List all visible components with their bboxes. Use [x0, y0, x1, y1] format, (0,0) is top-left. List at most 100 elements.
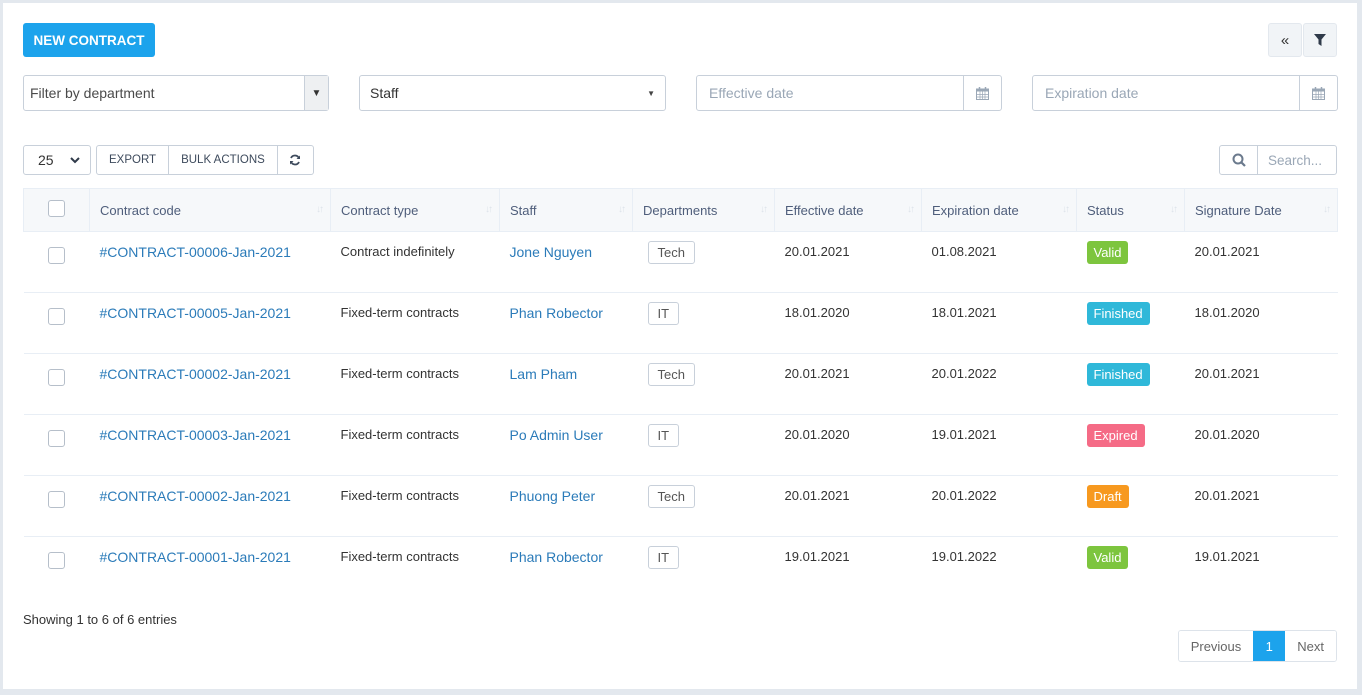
expiration-date-cell: 19.01.2022	[931, 549, 997, 564]
department-tag: IT	[647, 546, 680, 569]
signature-date-cell: 20.01.2020	[1194, 427, 1260, 442]
expiration-date-cell: 01.08.2021	[931, 244, 997, 259]
contract-type-cell: Fixed-term contracts	[340, 305, 459, 320]
pagination-page[interactable]: 1	[1253, 631, 1286, 661]
status-cell: Finished	[1077, 293, 1185, 354]
column-header-signature-date[interactable]: Signature Date ↓↑	[1184, 188, 1338, 232]
contract-type-cell: Fixed-term contracts	[340, 366, 459, 381]
pagination-next[interactable]: Next	[1285, 631, 1336, 661]
staff-cell: Phan Robector	[500, 293, 633, 354]
select-all-header	[23, 188, 90, 232]
sort-icon: ↓↑	[1062, 204, 1070, 215]
row-select-cell	[24, 293, 90, 354]
signature-date-cell: 20.01.2021	[1194, 244, 1260, 259]
contract-code-link[interactable]: #CONTRACT-00001-Jan-2021	[100, 549, 291, 565]
staff-cell: Lam Pham	[500, 354, 633, 415]
pagination-previous[interactable]: Previous	[1178, 631, 1254, 661]
refresh-button[interactable]	[277, 145, 314, 175]
expiration-date-input[interactable]: Expiration date	[1032, 75, 1338, 111]
contract-code-link[interactable]: #CONTRACT-00002-Jan-2021	[100, 488, 291, 504]
select-all-checkbox[interactable]	[48, 200, 65, 217]
page-length-value: 25	[38, 152, 54, 168]
contract-code-link[interactable]: #CONTRACT-00003-Jan-2021	[100, 427, 291, 443]
column-header-departments[interactable]: Departments ↓↑	[632, 188, 775, 232]
contract-code-cell: #CONTRACT-00002-Jan-2021	[90, 476, 331, 537]
column-header-status[interactable]: Status ↓↑	[1076, 188, 1185, 232]
contract-code-link[interactable]: #CONTRACT-00005-Jan-2021	[100, 305, 291, 321]
status-badge: Draft	[1086, 485, 1129, 508]
column-header-effective-date[interactable]: Effective date ↓↑	[774, 188, 922, 232]
staff-link[interactable]: Jone Nguyen	[510, 244, 593, 260]
page-length-select[interactable]: 25	[23, 145, 91, 175]
new-contract-button[interactable]: NEW CONTRACT	[23, 23, 155, 57]
filter-toggle-button[interactable]	[1303, 23, 1337, 57]
caret-down-icon: ▼	[647, 88, 655, 98]
table-row: #CONTRACT-00005-Jan-2021 Fixed-term contr…	[23, 293, 1338, 354]
row-checkbox[interactable]	[48, 430, 65, 447]
sort-icon: ↓↑	[760, 204, 768, 215]
sort-icon: ↓↑	[1170, 204, 1178, 215]
contract-type-cell: Contract indefinitely	[340, 244, 455, 259]
staff-link[interactable]: Phan Robector	[510, 549, 603, 565]
table-search[interactable]: Search...	[1219, 145, 1337, 175]
effective-date-cell: 20.01.2020	[784, 427, 850, 442]
contract-type-cell: Fixed-term contracts	[340, 488, 459, 503]
status-badge: Expired	[1086, 424, 1145, 447]
department-tag: Tech	[647, 363, 695, 386]
column-header-contract-type[interactable]: Contract type ↓↑	[330, 188, 500, 232]
status-cell: Draft	[1077, 476, 1185, 537]
column-header-staff[interactable]: Staff ↓↑	[499, 188, 633, 232]
signature-date-cell: 20.01.2021	[1194, 488, 1260, 503]
collapse-button[interactable]: «	[1268, 23, 1302, 57]
row-checkbox[interactable]	[48, 491, 65, 508]
table-row: #CONTRACT-00002-Jan-2021 Fixed-term contr…	[23, 354, 1338, 415]
caret-down-icon: ▼	[304, 76, 328, 110]
staff-link[interactable]: Phuong Peter	[510, 488, 596, 504]
calendar-icon[interactable]	[963, 76, 1001, 110]
contracts-table: Contract code ↓↑ Contract type ↓↑ Staff ↓↑ …	[23, 188, 1338, 598]
contract-type-cell: Fixed-term contracts	[340, 549, 459, 564]
table-row: #CONTRACT-00001-Jan-2021 Fixed-term contr…	[24, 537, 1338, 598]
table-info: Showing 1 to 6 of 6 entries	[23, 612, 177, 627]
status-cell: Finished	[1077, 354, 1185, 415]
status-cell: Expired	[1077, 415, 1185, 476]
department-cell: Tech	[633, 476, 775, 537]
row-checkbox[interactable]	[48, 552, 65, 569]
search-input[interactable]: Search...	[1258, 146, 1336, 174]
table-row: #CONTRACT-00006-Jan-2021 Contract indefin…	[23, 232, 1338, 293]
department-tag: IT	[647, 424, 680, 447]
sort-icon: ↓↑	[618, 204, 626, 215]
bulk-actions-button[interactable]: BULK ACTIONS	[169, 145, 278, 175]
department-cell: Tech	[633, 232, 775, 293]
staff-cell: Po Admin User	[500, 415, 633, 476]
department-cell: IT	[633, 293, 775, 354]
signature-date-cell: 20.01.2021	[1194, 366, 1260, 381]
department-cell: Tech	[633, 354, 775, 415]
sort-icon: ↓↑	[907, 204, 915, 215]
effective-date-placeholder: Effective date	[709, 85, 794, 101]
export-button[interactable]: EXPORT	[96, 145, 170, 175]
contract-code-link[interactable]: #CONTRACT-00006-Jan-2021	[100, 244, 291, 260]
column-header-contract-code[interactable]: Contract code ↓↑	[89, 188, 331, 232]
row-checkbox[interactable]	[48, 308, 65, 325]
row-checkbox[interactable]	[48, 369, 65, 386]
status-badge: Finished	[1086, 302, 1150, 325]
column-header-expiration-date[interactable]: Expiration date ↓↑	[921, 188, 1077, 232]
row-checkbox[interactable]	[48, 247, 65, 264]
contract-code-link[interactable]: #CONTRACT-00002-Jan-2021	[100, 366, 291, 382]
status-cell: Valid	[1077, 537, 1185, 598]
staff-link[interactable]: Phan Robector	[510, 305, 603, 321]
staff-filter-select[interactable]: Staff ▼	[359, 75, 666, 111]
contract-code-cell: #CONTRACT-00002-Jan-2021	[90, 354, 331, 415]
staff-link[interactable]: Po Admin User	[510, 427, 603, 443]
staff-link[interactable]: Lam Pham	[510, 366, 578, 382]
staff-filter-value: Staff	[370, 85, 399, 101]
funnel-icon	[1314, 34, 1326, 46]
staff-cell: Jone Nguyen	[500, 232, 633, 293]
status-badge: Valid	[1086, 546, 1129, 569]
calendar-icon[interactable]	[1299, 76, 1337, 110]
expiration-date-placeholder: Expiration date	[1045, 85, 1139, 101]
effective-date-input[interactable]: Effective date	[696, 75, 1002, 111]
effective-date-cell: 19.01.2021	[784, 549, 850, 564]
department-filter-select[interactable]: Filter by department ▼	[23, 75, 329, 111]
